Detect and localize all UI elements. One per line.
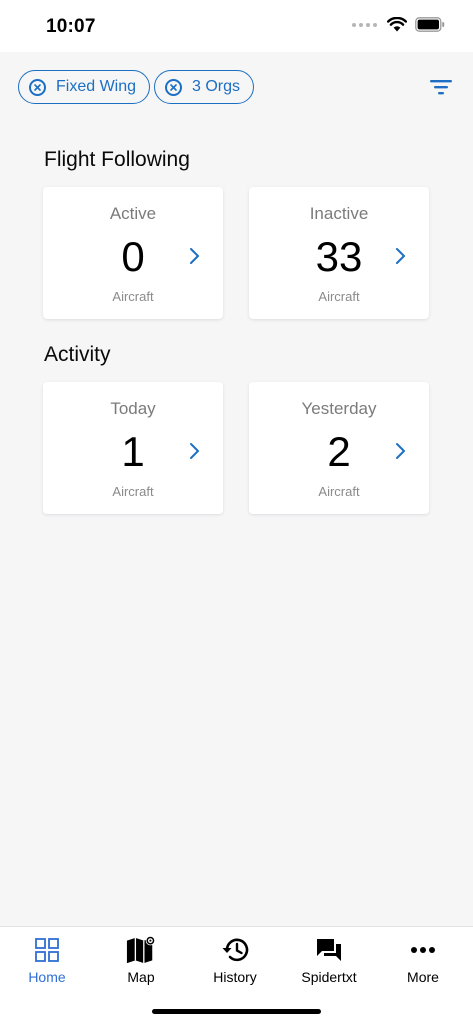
- home-indicator: [152, 1009, 321, 1014]
- remove-filter-icon[interactable]: [165, 78, 182, 96]
- card-label: Yesterday: [301, 399, 377, 418]
- section-title-activity: Activity: [44, 343, 111, 366]
- card-unit: Aircraft: [318, 289, 360, 304]
- status-time: 10:07: [46, 16, 96, 37]
- card-label: Active: [109, 204, 157, 223]
- tab-spidertxt[interactable]: Spidertxt: [282, 935, 376, 991]
- card-today[interactable]: Today 1 Aircraft: [43, 382, 223, 514]
- card-unit: Aircraft: [112, 484, 154, 499]
- grid-icon: [32, 935, 62, 965]
- chevron-right-icon[interactable]: [395, 442, 407, 460]
- tab-label: Spidertxt: [301, 969, 357, 985]
- filter-chip-fixed-wing[interactable]: Fixed Wing: [18, 70, 151, 104]
- filter-chip-orgs[interactable]: 3 Orgs: [154, 70, 255, 104]
- card-unit: Aircraft: [318, 484, 360, 499]
- wifi-icon: [387, 17, 407, 32]
- tab-label: Map: [127, 969, 155, 985]
- tab-history[interactable]: History: [188, 935, 282, 991]
- chat-icon: [314, 935, 344, 965]
- cellular-signal-icon: [352, 22, 377, 27]
- chevron-right-icon[interactable]: [189, 442, 201, 460]
- map-icon: [126, 935, 156, 965]
- card-unit: Aircraft: [112, 289, 154, 304]
- tab-label: More: [407, 969, 439, 985]
- status-bar: 10:07: [0, 0, 473, 52]
- history-icon: [220, 935, 250, 965]
- battery-icon: [415, 17, 445, 32]
- card-inactive[interactable]: Inactive 33 Aircraft: [249, 187, 429, 319]
- tab-home[interactable]: Home: [0, 935, 94, 991]
- card-label: Today: [110, 399, 156, 418]
- filter-icon[interactable]: [429, 76, 453, 98]
- tab-map[interactable]: Map: [94, 935, 188, 991]
- remove-filter-icon[interactable]: [29, 78, 46, 96]
- card-label: Inactive: [309, 204, 369, 223]
- tab-label: Home: [28, 969, 66, 985]
- chevron-right-icon[interactable]: [395, 247, 407, 265]
- card-yesterday[interactable]: Yesterday 2 Aircraft: [249, 382, 429, 514]
- tab-label: History: [213, 969, 257, 985]
- section-title-flight-following: Flight Following: [44, 148, 190, 171]
- status-icons: [352, 17, 445, 32]
- more-icon: [408, 935, 438, 965]
- chip-label: Fixed Wing: [56, 78, 137, 95]
- chevron-right-icon[interactable]: [189, 247, 201, 265]
- chip-label: 3 Orgs: [192, 78, 241, 95]
- tab-more[interactable]: More: [376, 935, 470, 991]
- filter-row: Fixed Wing 3 Orgs: [0, 52, 473, 122]
- card-active[interactable]: Active 0 Aircraft: [43, 187, 223, 319]
